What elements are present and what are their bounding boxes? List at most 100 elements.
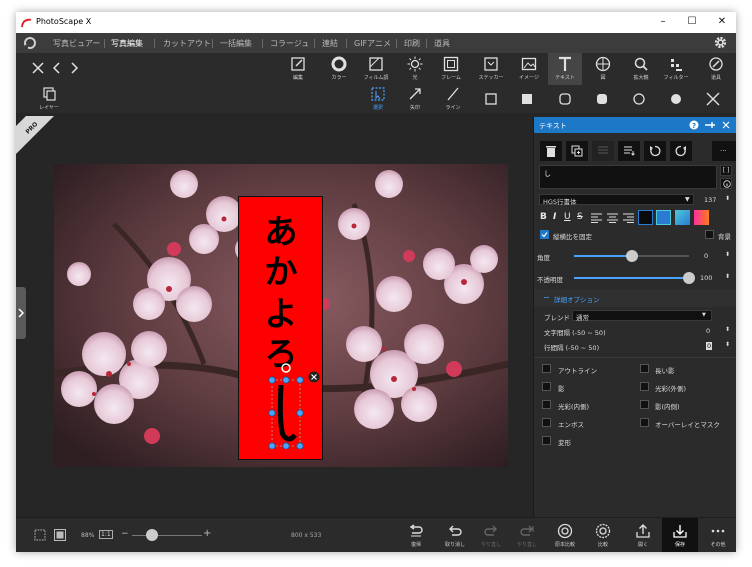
- zoom-out-button[interactable]: −: [121, 529, 129, 539]
- open-button[interactable]: 開く: [629, 521, 657, 551]
- text-layer-box[interactable]: あ か よ ろ し: [238, 196, 323, 460]
- menu-collage[interactable]: コラージュ: [270, 38, 309, 49]
- arrange-button[interactable]: [618, 141, 640, 161]
- text-color-swatch[interactable]: [638, 210, 653, 225]
- crop-grid-icon[interactable]: [33, 528, 47, 542]
- undo-button[interactable]: 取り消し: [441, 521, 469, 551]
- circle-filled-icon[interactable]: [668, 91, 684, 107]
- settings-gear-icon[interactable]: [713, 35, 728, 50]
- tool-color[interactable]: カラー: [322, 53, 356, 85]
- redo-button[interactable]: やり直し: [477, 521, 505, 551]
- tool-shape[interactable]: 図: [586, 53, 620, 85]
- close-icon[interactable]: [722, 121, 730, 129]
- delete-button[interactable]: [540, 141, 562, 161]
- close-window-button[interactable]: ✕: [715, 15, 729, 29]
- outline-checkbox[interactable]: [542, 364, 551, 373]
- rotate-right-button[interactable]: [670, 141, 692, 161]
- zoom-in-button[interactable]: +: [203, 528, 211, 539]
- close-icon[interactable]: [705, 91, 721, 107]
- tool-magnifier[interactable]: 拡大鏡: [624, 53, 658, 85]
- align-left-icon[interactable]: [591, 213, 602, 223]
- zoom-slider-thumb[interactable]: [145, 529, 158, 541]
- close-icon[interactable]: [30, 60, 46, 76]
- tool-image[interactable]: イメージ: [512, 53, 546, 85]
- blend-select[interactable]: 通常 ▼: [572, 310, 712, 322]
- outer-glow-checkbox[interactable]: [640, 382, 649, 391]
- compare-original-button[interactable]: 原本比較: [551, 521, 579, 551]
- pin-icon[interactable]: [704, 121, 716, 129]
- tool-filter[interactable]: フィルター: [659, 53, 693, 85]
- char-spacing-stepper-icon[interactable]: ⬍: [725, 326, 730, 333]
- text-content-input[interactable]: し: [539, 165, 717, 189]
- revert-button[interactable]: 復帰: [402, 521, 430, 551]
- rounded-rect-outline-icon[interactable]: [557, 91, 573, 107]
- angle-value[interactable]: 0: [704, 252, 708, 260]
- transform-checkbox[interactable]: [542, 436, 551, 445]
- menu-gif[interactable]: GIFアニメ: [354, 38, 391, 49]
- tool-tools[interactable]: 道具: [699, 53, 733, 85]
- gradient-swatch[interactable]: [675, 210, 690, 225]
- next-icon[interactable]: [66, 60, 82, 76]
- minimize-button[interactable]: –: [656, 15, 670, 29]
- menu-cutout[interactable]: カットアウト: [163, 38, 211, 49]
- more-options-button[interactable]: ...: [712, 141, 736, 161]
- circle-outline-icon[interactable]: [631, 91, 647, 107]
- inner-glow-checkbox[interactable]: [542, 400, 551, 409]
- side-panel-toggle[interactable]: [16, 287, 26, 339]
- line-spacing-value[interactable]: 0: [706, 342, 713, 350]
- tool-frame[interactable]: フレーム: [434, 53, 468, 85]
- tool-film[interactable]: フィルム調: [359, 53, 393, 85]
- maximize-button[interactable]: ☐: [685, 15, 699, 29]
- long-shadow-checkbox[interactable]: [640, 364, 649, 373]
- underline-button[interactable]: U: [564, 212, 571, 222]
- fixed-ratio-checkbox[interactable]: [540, 230, 549, 239]
- zoom-slider-track[interactable]: [132, 535, 202, 536]
- home-logo-icon[interactable]: [23, 36, 37, 50]
- rectangle-filled-icon[interactable]: [519, 91, 535, 107]
- angle-slider-thumb[interactable]: [625, 250, 638, 262]
- menu-photo-editor[interactable]: 写真編集: [111, 38, 143, 49]
- shadow-checkbox[interactable]: [542, 382, 551, 391]
- menu-tools[interactable]: 道具: [434, 38, 450, 49]
- arrow-tool[interactable]: 矢印: [398, 83, 432, 115]
- menu-combine[interactable]: 連結: [322, 38, 338, 49]
- inner-shadow-checkbox[interactable]: [640, 400, 649, 409]
- info-button[interactable]: [720, 178, 732, 189]
- rounded-rect-filled-icon[interactable]: [594, 91, 610, 107]
- opacity-slider-thumb[interactable]: [683, 272, 695, 284]
- tool-sticker[interactable]: ステッカー: [474, 53, 508, 85]
- duplicate-button[interactable]: [566, 141, 588, 161]
- more-button[interactable]: その他: [704, 521, 732, 551]
- redo-all-button[interactable]: やり直し: [513, 521, 541, 551]
- tool-light[interactable]: 光: [398, 53, 432, 85]
- highlight-swatch[interactable]: [694, 210, 709, 225]
- align-right-icon[interactable]: [623, 213, 634, 223]
- menu-print[interactable]: 印刷: [404, 38, 420, 49]
- menu-batch[interactable]: 一括編集: [220, 38, 252, 49]
- align-button[interactable]: [592, 141, 614, 161]
- bold-button[interactable]: B: [540, 212, 547, 222]
- background-checkbox[interactable]: [705, 230, 714, 239]
- opacity-stepper-icon[interactable]: ⬍: [725, 273, 730, 280]
- help-icon[interactable]: ?: [689, 120, 699, 130]
- menu-photo-viewer[interactable]: 写真ビュアー: [53, 38, 100, 49]
- strikethrough-button[interactable]: S: [577, 212, 583, 222]
- layers-button[interactable]: レイヤー: [32, 83, 66, 115]
- font-size-value[interactable]: 137: [704, 196, 716, 204]
- font-size-stepper-icon[interactable]: ⬍: [725, 195, 730, 202]
- line-spacing-stepper-icon[interactable]: ⬍: [725, 341, 730, 348]
- opacity-value[interactable]: 100: [700, 274, 712, 282]
- rotate-left-button[interactable]: [644, 141, 666, 161]
- compare-button[interactable]: 比較: [589, 521, 617, 551]
- font-select[interactable]: HGS行書体 ▼: [539, 194, 694, 206]
- char-spacing-value[interactable]: 0: [706, 327, 710, 335]
- align-center-icon[interactable]: [607, 213, 618, 223]
- expand-text-button[interactable]: [ ]: [720, 165, 732, 176]
- tool-text[interactable]: テキスト: [548, 53, 582, 85]
- angle-stepper-icon[interactable]: ⬍: [725, 251, 730, 258]
- actual-size-button[interactable]: 1:1: [99, 530, 113, 539]
- advanced-options-header[interactable]: − 詳細オプション: [534, 289, 736, 307]
- save-button[interactable]: 保存: [662, 518, 698, 552]
- italic-button[interactable]: I: [553, 212, 556, 222]
- emboss-checkbox[interactable]: [542, 418, 551, 427]
